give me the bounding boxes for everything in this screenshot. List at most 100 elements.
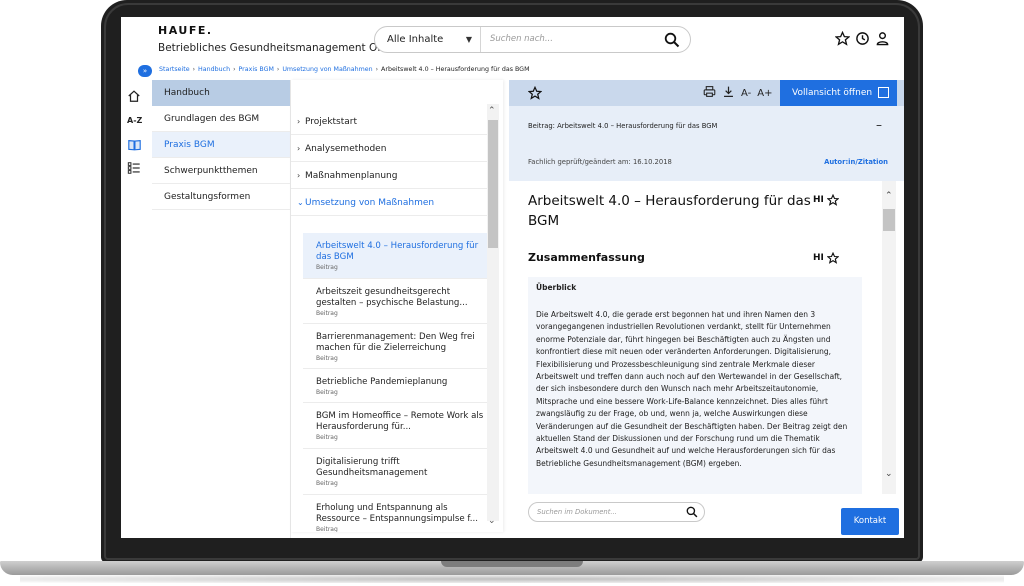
article-title: Betriebliche Pandemieplanung xyxy=(316,377,448,387)
article-type: Beitrag xyxy=(316,264,338,271)
expand-sidebar-button[interactable]: » xyxy=(138,65,152,77)
article-type: Beitrag xyxy=(316,310,338,317)
search-icon[interactable] xyxy=(686,506,698,518)
favorites-star-icon[interactable] xyxy=(834,30,851,46)
tree-section-label: Analysemethoden xyxy=(305,144,387,154)
article-type: Beitrag xyxy=(316,526,338,532)
scroll-down-icon[interactable]: ⌄ xyxy=(885,469,893,479)
article-title: BGM im Homeoffice – Remote Work als Hera… xyxy=(316,411,484,432)
full-view-label: Vollansicht öffnen xyxy=(792,88,873,98)
laptop-notch xyxy=(441,561,583,567)
breadcrumb: Startseite › Handbuch › Praxis BGM › Umsetzung… xyxy=(159,66,530,73)
document-body: Arbeitswelt 4.0 – Herausforderung für da… xyxy=(509,181,882,494)
az-index-icon[interactable]: A-Z xyxy=(127,116,144,131)
user-account-icon[interactable] xyxy=(875,31,890,46)
document-tools: A- A+ xyxy=(703,85,772,101)
nav-item-praxis-bgm[interactable]: Praxis BGM xyxy=(152,132,290,158)
tree-article-arbeitszeit[interactable]: Arbeitszeit gesundheitsgerecht gestalten… xyxy=(303,279,487,324)
document-scrollbar-thumb[interactable] xyxy=(883,209,895,231)
tree-section-umsetzung[interactable]: ⌄Umsetzung von Maßnahmen xyxy=(291,189,487,216)
header-actions xyxy=(834,30,890,46)
bookmark-star-icon[interactable] xyxy=(528,86,542,100)
tree-section-label: Projektstart xyxy=(305,117,358,127)
article-title: Barrierenmanagement: Den Weg frei machen… xyxy=(316,332,475,353)
search-icon[interactable] xyxy=(664,32,680,48)
haufe-logo[interactable]: HAUFE. xyxy=(158,24,213,37)
bookmark-star-icon[interactable] xyxy=(827,252,839,264)
author-citation-link[interactable]: Autor:in/Zitation xyxy=(824,158,888,166)
breadcrumb-link-handbuch[interactable]: Handbuch xyxy=(198,66,230,73)
document-search-input[interactable]: Suchen im Dokument... xyxy=(537,503,617,521)
search-scope-select[interactable]: Alle Inhalte ▼ xyxy=(383,27,481,52)
breadcrumb-separator-icon: › xyxy=(276,66,280,73)
app-header: HAUFE. Betriebliches Gesundheitsmanageme… xyxy=(121,17,904,64)
expand-icon xyxy=(878,87,889,98)
scroll-up-icon[interactable]: ⌃ xyxy=(885,191,893,201)
tree-section-analysemethoden[interactable]: › Analysemethoden xyxy=(291,135,487,162)
chevron-right-icon: › xyxy=(297,171,301,180)
tree-section-label: Umsetzung von Maßnahmen xyxy=(305,198,435,208)
print-icon[interactable] xyxy=(703,85,716,101)
breadcrumb-separator-icon: › xyxy=(233,66,236,73)
laptop-shadow xyxy=(20,575,1004,583)
icon-rail: A-Z xyxy=(121,80,152,538)
overview-text: Die Arbeitswelt 4.0, die gerade erst beg… xyxy=(536,310,848,468)
nav-item-schwerpunktthemen[interactable]: Schwerpunktthemen xyxy=(152,158,290,184)
breadcrumb-separator-icon: › xyxy=(192,66,196,73)
home-icon[interactable] xyxy=(127,88,144,103)
breadcrumb-link-startseite[interactable]: Startseite xyxy=(159,66,190,73)
nav-header: Handbuch xyxy=(152,80,290,106)
full-view-button[interactable]: Vollansicht öffnen xyxy=(780,80,897,106)
tree-section-massnahmenplanung[interactable]: › Maßnahmenplanung xyxy=(291,162,487,189)
article-type: Beitrag xyxy=(316,355,338,362)
list-icon[interactable] xyxy=(127,160,144,175)
overview-box: Überblick Die Arbeitswelt 4.0, die gerad… xyxy=(528,277,862,494)
nav-item-grundlagen[interactable]: Grundlagen des BGM xyxy=(152,106,290,132)
article-type: Beitrag xyxy=(316,434,338,441)
breadcrumb-bar: » Startseite › Handbuch › Praxis BGM › Umsetzu… xyxy=(121,64,904,80)
book-icon[interactable] xyxy=(127,137,144,152)
summary-heading: Zusammenfassung xyxy=(528,251,645,264)
history-clock-icon[interactable] xyxy=(855,31,870,46)
tree-scrollbar-thumb[interactable] xyxy=(488,120,498,248)
chapter-tree: › Projektstart › Analysemethoden › Maßnahme… xyxy=(291,80,503,532)
article-type: Beitrag xyxy=(316,480,338,487)
tree-article-barrierenmanagement[interactable]: Barrierenmanagement: Den Weg frei machen… xyxy=(303,324,487,369)
nav-item-gestaltungsformen[interactable]: Gestaltungsformen xyxy=(152,184,290,210)
breadcrumb-link-praxis-bgm[interactable]: Praxis BGM xyxy=(238,66,273,73)
chevron-right-icon: › xyxy=(297,117,301,126)
search-input[interactable]: Suchen nach... xyxy=(490,27,553,52)
article-title: Erholung und Entspannung als Ressource –… xyxy=(316,503,478,524)
tree-article-digitalisierung[interactable]: Digitalisierung trifft Gesundheitsmanage… xyxy=(303,449,487,495)
chevron-down-icon: ⌄ xyxy=(297,198,304,207)
download-icon[interactable] xyxy=(722,85,735,101)
document-search: Suchen im Dokument... xyxy=(528,502,705,522)
document-pane: A- A+ Vollansicht öffnen Beitrag: Arbeit… xyxy=(509,80,904,538)
tree-article-arbeitswelt[interactable]: Arbeitswelt 4.0 – Herausforderung für da… xyxy=(303,233,487,279)
scroll-up-icon[interactable]: ⌃ xyxy=(488,106,496,116)
collapse-meta-button[interactable]: – xyxy=(876,118,882,132)
app-title: Betriebliches Gesundheitsmanagement Offi… xyxy=(158,42,400,54)
highlight-button[interactable]: HI xyxy=(813,195,824,205)
font-larger-button[interactable]: A+ xyxy=(757,88,772,99)
article-type: Beitrag xyxy=(316,389,338,396)
meta-title: Arbeitswelt 4.0 – Herausforderung für da… xyxy=(557,122,718,130)
article-title: Digitalisierung trifft Gesundheitsmanage… xyxy=(316,457,428,478)
font-smaller-button[interactable]: A- xyxy=(741,88,751,99)
tree-article-pandemieplanung[interactable]: Betriebliche Pandemieplanung Beitrag xyxy=(303,369,487,403)
breadcrumb-link-umsetzung[interactable]: Umsetzung von Maßnahmen xyxy=(282,66,372,73)
app-screen: HAUFE. Betriebliches Gesundheitsmanageme… xyxy=(121,17,904,538)
highlight-button[interactable]: HI xyxy=(813,253,824,263)
scroll-down-icon[interactable]: ⌄ xyxy=(488,516,496,526)
tree-section-projektstart[interactable]: › Projektstart xyxy=(291,108,487,135)
article-meta: Beitrag: Arbeitswelt 4.0 – Herausforderu… xyxy=(509,106,904,181)
tree-article-erholung[interactable]: Erholung und Entspannung als Ressource –… xyxy=(303,495,487,532)
bookmark-star-icon[interactable] xyxy=(827,194,839,206)
meta-date: Fachlich geprüft/geändert am: 16.10.2018 xyxy=(528,158,672,166)
tree-article-homeoffice[interactable]: BGM im Homeoffice – Remote Work als Hera… xyxy=(303,403,487,449)
overview-label: Überblick xyxy=(536,283,577,292)
article-title: Arbeitswelt 4.0 – Herausforderung für da… xyxy=(316,241,479,262)
breadcrumb-current: Arbeitswelt 4.0 – Herausforderung für da… xyxy=(381,66,530,73)
contact-button[interactable]: Kontakt xyxy=(841,508,899,535)
tree-section-label: Maßnahmenplanung xyxy=(305,171,398,181)
